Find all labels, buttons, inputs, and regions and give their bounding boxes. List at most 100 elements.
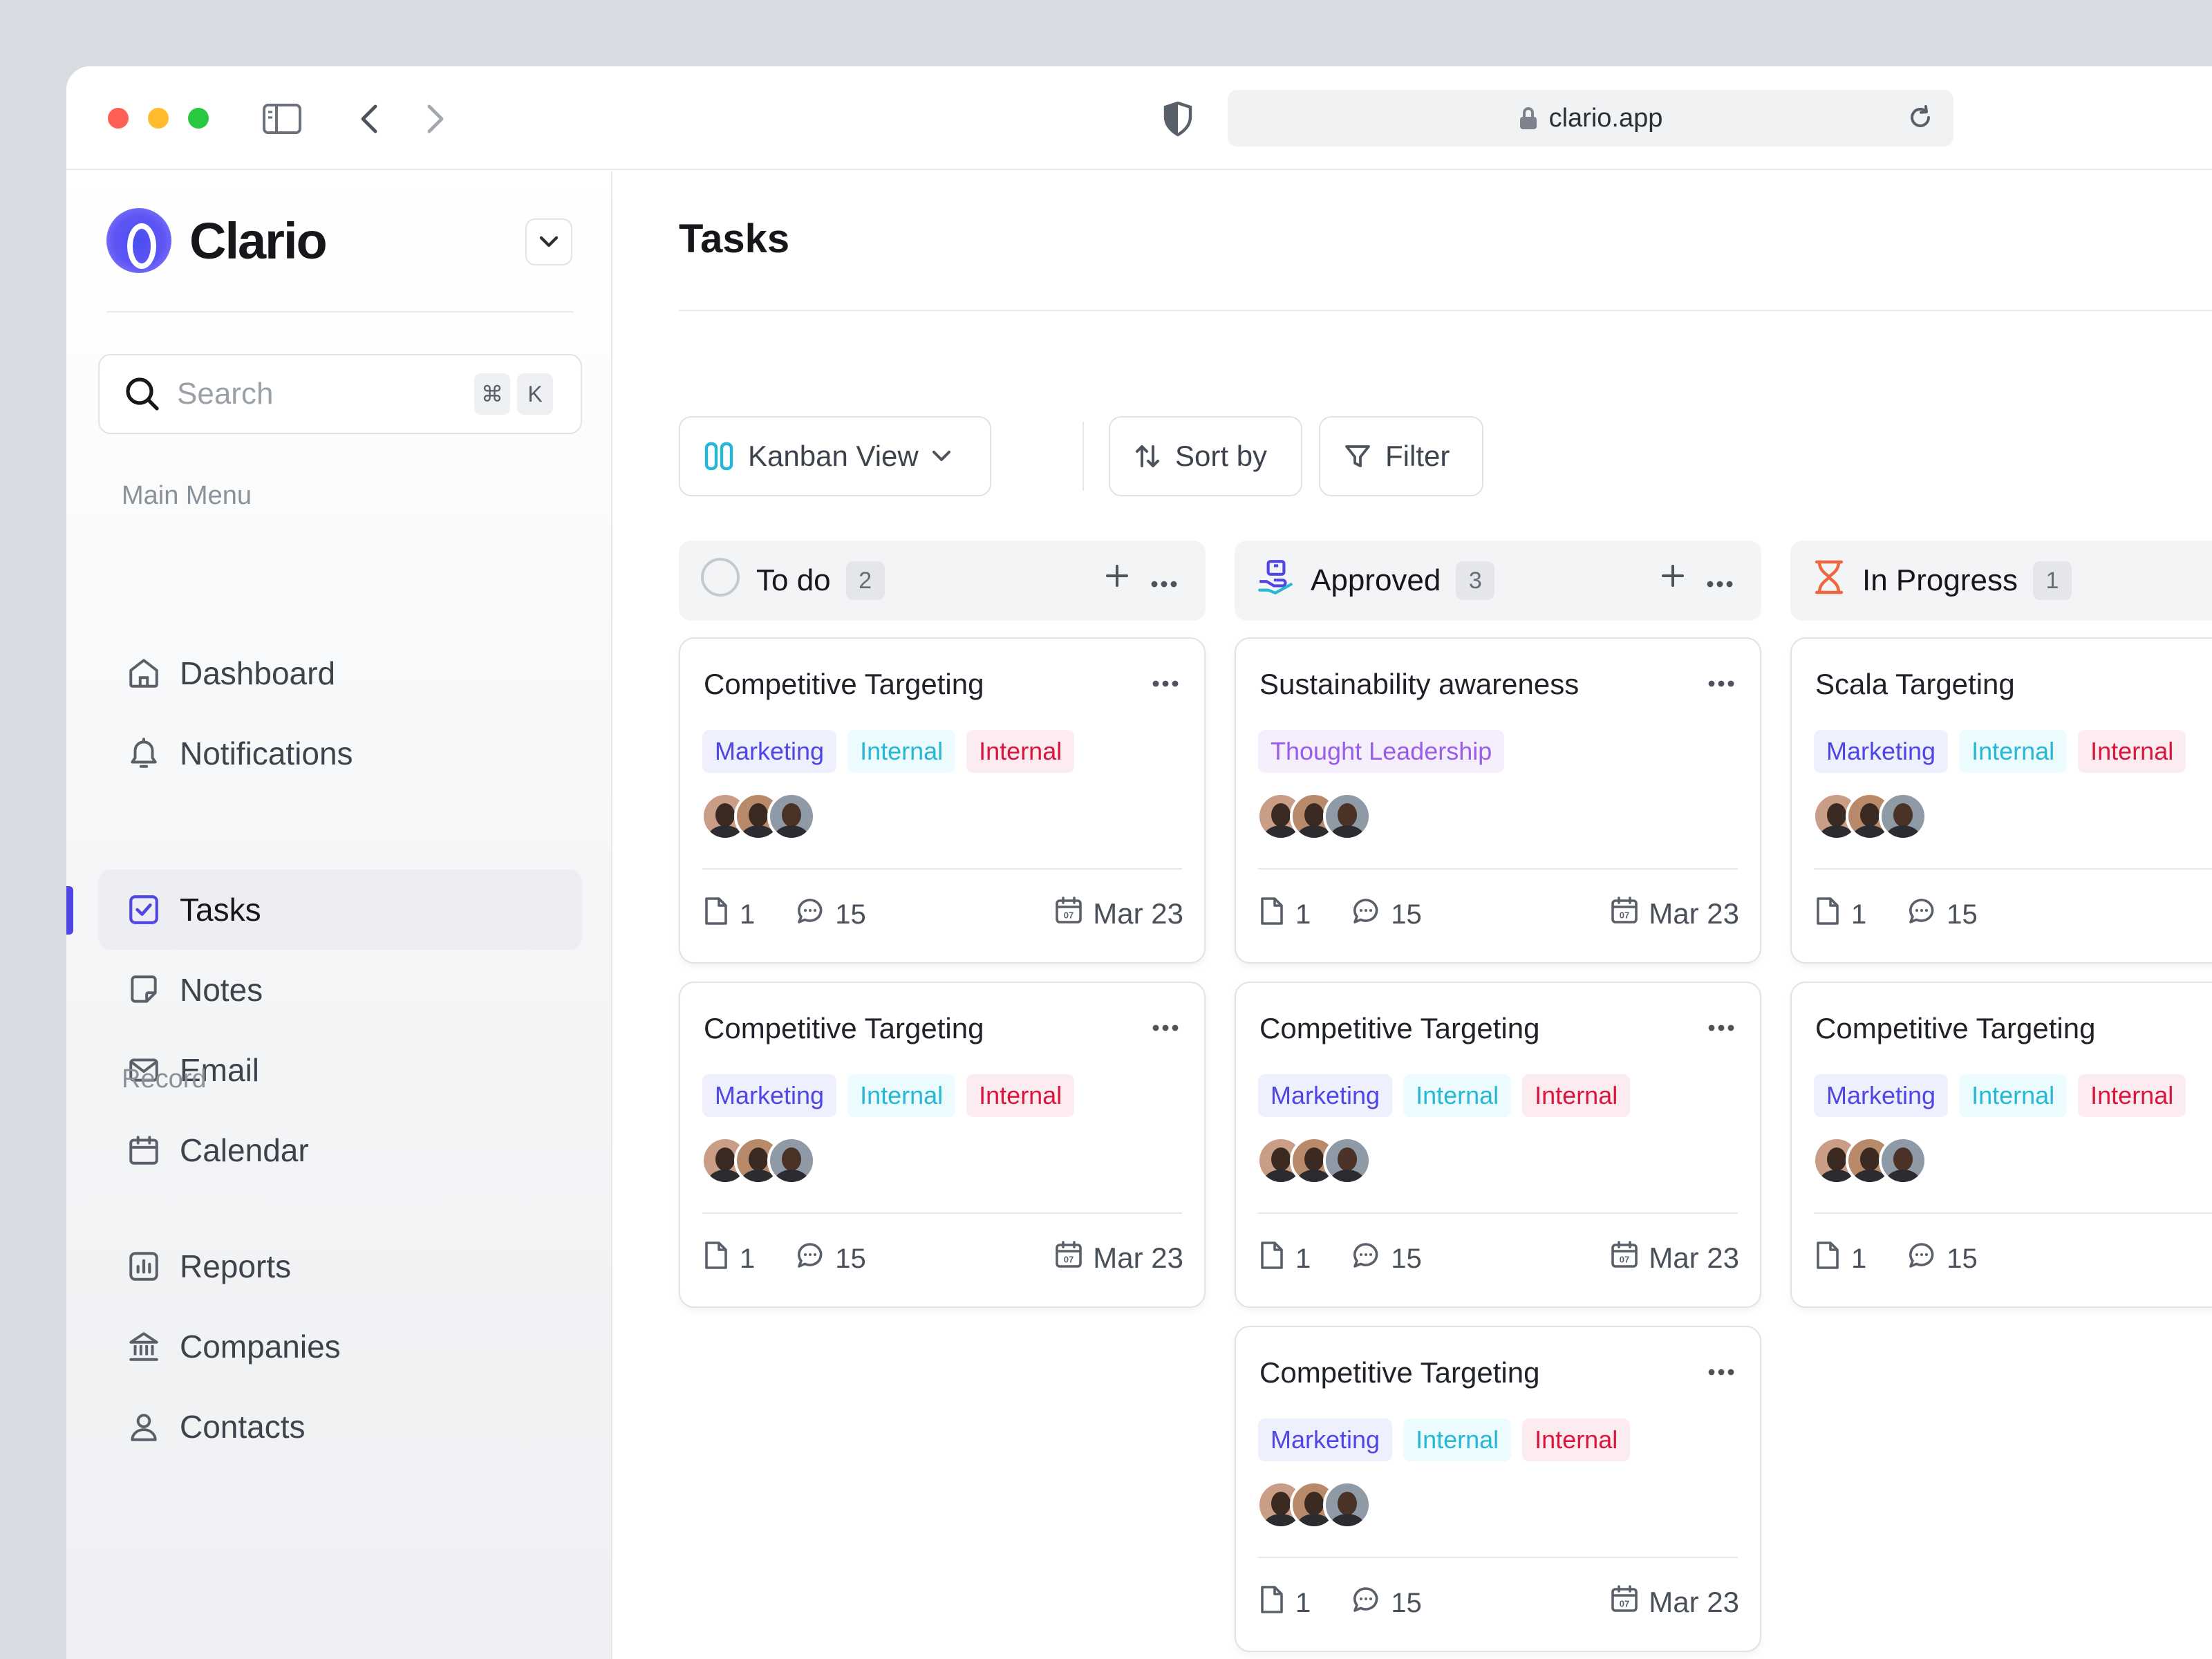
tag-badge: Marketing xyxy=(702,730,837,773)
task-card[interactable]: Competitive Targeting Marketing Internal In… xyxy=(679,982,1206,1308)
filter-button[interactable]: Filter xyxy=(1319,416,1483,496)
add-card-icon[interactable] xyxy=(1660,561,1685,596)
assignee-avatars[interactable] xyxy=(1257,1481,1371,1529)
tag-badge: Internal xyxy=(1522,1418,1631,1461)
task-title: Competitive Targeting xyxy=(1259,1356,1540,1389)
assignee-avatars[interactable] xyxy=(701,792,816,841)
sidebar-item-dashboard[interactable]: Dashboard xyxy=(98,633,582,713)
more-icon[interactable] xyxy=(1706,561,1734,596)
sidebar-item-reports[interactable]: Reports xyxy=(98,1226,582,1306)
tag-badge: Marketing xyxy=(1814,1074,1949,1117)
minimize-window-button[interactable] xyxy=(148,108,169,129)
circle-status-icon xyxy=(700,556,741,606)
tag-badge: Internal xyxy=(1959,1074,2068,1117)
home-icon xyxy=(126,655,162,691)
task-title: Competitive Targeting xyxy=(1815,1012,2096,1044)
shortcut-command-key: ⌘ xyxy=(474,373,510,415)
shield-icon[interactable] xyxy=(1157,98,1199,140)
assignee-avatars[interactable] xyxy=(1257,792,1371,841)
sidebar-item-calendar[interactable]: Calendar xyxy=(98,1110,582,1190)
file-count: 1 xyxy=(1295,1243,1311,1274)
avatar xyxy=(1879,1136,1927,1185)
url-text: clario.app xyxy=(1548,103,1663,133)
more-icon[interactable] xyxy=(1707,1367,1735,1380)
task-card[interactable]: Competitive Targeting Marketing Internal In… xyxy=(1235,982,1761,1308)
sidebar-item-notes[interactable]: Notes xyxy=(98,950,582,1030)
search-input[interactable]: Search ⌘ K xyxy=(98,354,582,434)
column-count: 3 xyxy=(1456,561,1495,600)
card-divider xyxy=(1258,868,1738,870)
more-icon[interactable] xyxy=(1707,1023,1735,1035)
assignee-avatars[interactable] xyxy=(1812,1136,1927,1185)
tag-badge: Internal xyxy=(847,1074,956,1117)
sidebar-item-companies[interactable]: Companies xyxy=(98,1306,582,1387)
toolbar-separator xyxy=(1082,422,1084,491)
maximize-window-button[interactable] xyxy=(188,108,209,129)
sidebar-toggle-icon[interactable] xyxy=(261,98,303,140)
sort-button[interactable]: Sort by xyxy=(1109,416,1302,496)
close-window-button[interactable] xyxy=(108,108,129,129)
comment-icon xyxy=(1351,1584,1381,1622)
tag-badge: Internal xyxy=(2078,730,2186,773)
sidebar-item-label: Companies xyxy=(180,1329,341,1365)
file-icon xyxy=(1258,896,1286,933)
tag-list: Marketing Internal Internal xyxy=(1814,730,2186,773)
task-card[interactable]: Competitive Targeting Marketing Internal In… xyxy=(679,637,1206,964)
more-icon[interactable] xyxy=(1152,1023,1179,1035)
brand[interactable]: Clario xyxy=(106,206,328,275)
assignee-avatars[interactable] xyxy=(1257,1136,1371,1185)
assignee-avatars[interactable] xyxy=(1812,792,1927,841)
task-card[interactable]: Competitive Targeting Marketing Internal In… xyxy=(1790,982,2212,1308)
avatar xyxy=(1323,1136,1371,1185)
view-label: Kanban View xyxy=(748,440,919,472)
sidebar-item-contacts[interactable]: Contacts xyxy=(98,1387,582,1467)
avatar xyxy=(1879,792,1927,841)
shortcut-k-key: K xyxy=(517,373,553,415)
comment-count: 15 xyxy=(1391,1243,1422,1274)
card-meta: 1 15 xyxy=(702,1240,866,1277)
sidebar-item-label: Tasks xyxy=(180,892,261,928)
due-date: 07 Mar 23 xyxy=(1610,896,1739,932)
comment-icon xyxy=(795,1240,825,1277)
task-card[interactable]: Sustainability awareness Thought Leadersh… xyxy=(1235,637,1761,964)
add-card-icon[interactable] xyxy=(1105,561,1130,596)
sidebar-item-tasks[interactable]: Tasks xyxy=(98,870,582,950)
task-card[interactable]: Competitive Targeting Marketing Internal In… xyxy=(1235,1326,1761,1652)
tag-badge: Internal xyxy=(1959,730,2068,773)
task-card[interactable]: Scala Targeting Marketing Internal Internal… xyxy=(1790,637,2212,964)
due-date-text: Mar 23 xyxy=(1093,1241,1183,1274)
tag-badge: Internal xyxy=(1522,1074,1631,1117)
reload-icon[interactable] xyxy=(1906,104,1934,138)
more-icon[interactable] xyxy=(1707,679,1735,691)
forward-icon[interactable] xyxy=(415,98,456,140)
sidebar: Clario Search ⌘ K Main Menu Dashboard No… xyxy=(66,171,612,1659)
view-selector-button[interactable]: Kanban View xyxy=(679,416,991,496)
calendar-icon: 07 xyxy=(1610,896,1639,932)
more-icon[interactable] xyxy=(1152,679,1179,691)
svg-text:07: 07 xyxy=(1064,1255,1074,1265)
file-icon xyxy=(1814,896,1841,933)
more-icon[interactable] xyxy=(1150,561,1178,596)
tag-list: Marketing Internal Internal xyxy=(702,1074,1075,1117)
record-label: Record xyxy=(122,1065,207,1094)
tag-badge: Internal xyxy=(847,730,956,773)
comment-count: 15 xyxy=(1947,1243,1978,1274)
workspace-dropdown-button[interactable] xyxy=(525,218,572,265)
sidebar-item-label: Notifications xyxy=(180,735,353,771)
back-icon[interactable] xyxy=(348,98,390,140)
address-bar[interactable]: clario.app xyxy=(1228,90,1953,147)
column-title: To do xyxy=(756,563,831,597)
due-date: 07 Mar 23 xyxy=(1610,1584,1739,1620)
column-header-approved: Approved 3 xyxy=(1235,541,1761,621)
sidebar-item-notifications[interactable]: Notifications xyxy=(98,713,582,794)
assignee-avatars[interactable] xyxy=(701,1136,816,1185)
clario-logo-icon xyxy=(106,208,171,273)
tag-badge: Thought Leadership xyxy=(1258,730,1505,773)
sidebar-item-label: Notes xyxy=(180,972,263,1008)
column-count: 1 xyxy=(2032,561,2072,600)
comment-count: 15 xyxy=(1947,899,1978,930)
column-title: Approved xyxy=(1311,563,1441,597)
card-divider xyxy=(1814,1212,2212,1214)
sort-icon xyxy=(1136,445,1159,467)
checkbox-icon xyxy=(126,892,162,928)
